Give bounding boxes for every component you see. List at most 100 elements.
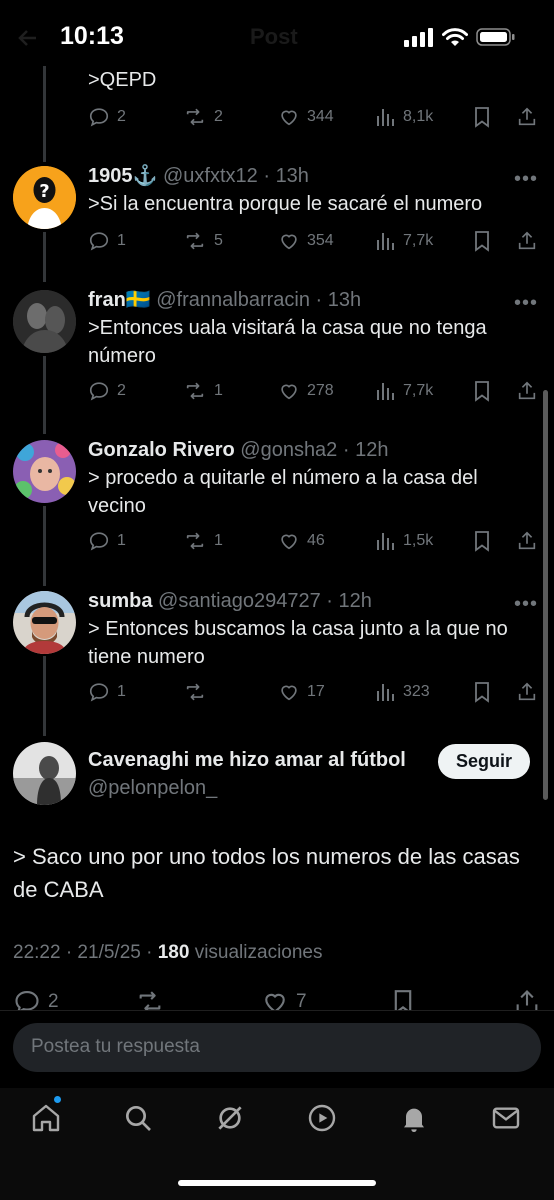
reply-actions: 1 17 323 [88,681,540,707]
display-name[interactable]: 1905⚓ [88,165,157,187]
tab-notifications[interactable] [398,1102,430,1139]
reply-button[interactable]: 2 [88,380,126,402]
reply-item[interactable]: Gonzalo Rivero @gonsha2 · 12h > procedo … [0,438,554,568]
more-options-icon[interactable]: ••• [514,168,538,191]
views-button[interactable]: 323 [376,681,430,703]
avatar[interactable] [13,742,76,805]
views-chart-icon [377,109,394,126]
share-button[interactable] [516,106,538,128]
author-handle[interactable]: @pelonpelon_ [88,776,217,800]
views-count: 323 [403,683,430,700]
like-button[interactable]: 278 [278,380,334,402]
share-button[interactable] [516,530,538,552]
reply-count: 2 [117,108,126,125]
repost-icon [186,108,204,126]
reply-button[interactable]: 1 [88,230,126,252]
avatar[interactable] [13,591,76,654]
reply-body: 1905⚓ @uxfxtx12 · 13h >Si la encuentra p… [88,164,534,218]
handle[interactable]: @santiago294727 [158,590,321,612]
reply-composer: Postea tu respuesta [0,1010,554,1088]
handle[interactable]: @uxfxtx12 [163,165,258,187]
views-label: visualizaciones [194,942,323,963]
display-name[interactable]: Gonzalo Rivero [88,439,235,461]
header-title: Post [250,24,298,49]
display-name[interactable]: fran🇸🇪 [88,289,151,311]
reply-actions: 1 1 46 1,5k [88,530,540,556]
avatar[interactable] [13,440,76,503]
like-button[interactable]: 17 [278,681,325,703]
author-name[interactable]: Cavenaghi me hizo amar al fútbol [88,748,406,772]
tab-home[interactable] [30,1102,62,1139]
views-count: 180 [157,942,190,963]
comment-icon [89,532,109,551]
share-icon [518,231,536,250]
reply-text: > procedo a quitarle el número a la casa… [88,467,478,517]
reply-body: Gonzalo Rivero @gonsha2 · 12h > procedo … [88,438,534,520]
bookmark-button[interactable] [472,230,492,252]
comment-icon [89,382,109,401]
like-button[interactable]: 344 [278,106,334,128]
repost-count: 1 [214,382,223,399]
like-button[interactable]: 46 [278,530,325,552]
repost-count: 5 [214,232,223,249]
cellular-signal-icon [404,28,433,47]
reply-body: fran🇸🇪 @frannalbarracin · 13h >Entonces … [88,288,534,370]
share-button[interactable] [516,380,538,402]
views-button[interactable]: 8,1k [376,106,433,128]
avatar[interactable]: ? [13,166,76,229]
bookmark-icon [475,231,489,252]
repost-button[interactable]: 5 [183,230,223,252]
reply-item[interactable]: fran🇸🇪 @frannalbarracin · 13h >Entonces … [0,288,554,418]
handle[interactable]: @gonsha2 [240,439,337,461]
views-button[interactable]: 7,7k [376,230,433,252]
more-options-icon[interactable]: ••• [514,292,538,315]
reply-button[interactable]: 1 [88,681,126,703]
tab-search[interactable] [122,1102,154,1139]
back-arrow-icon[interactable] [16,26,40,55]
reply-count: 2 [117,382,126,399]
reply-header: fran🇸🇪 @frannalbarracin · 13h [88,288,534,312]
video-icon [308,1104,336,1132]
reply-text: >Si la encuentra porque le sacaré el num… [88,193,483,215]
reply-button[interactable]: 2 [88,106,126,128]
views-button[interactable]: 7,7k [376,380,433,402]
reply-item[interactable]: sumba @santiago294727 · 12h > Entonces b… [0,589,554,719]
views-chart-icon [377,684,394,701]
timestamp: 13h [275,165,309,187]
bookmark-button[interactable] [472,681,492,703]
display-name[interactable]: sumba [88,590,152,612]
share-button[interactable] [516,230,538,252]
tab-grok[interactable] [214,1102,246,1139]
follow-button[interactable]: Seguir [437,744,530,779]
repost-button[interactable]: 1 [183,530,223,552]
avatar[interactable] [13,290,76,353]
reply-input[interactable]: Postea tu respuesta [13,1023,541,1072]
repost-button[interactable]: 2 [183,106,223,128]
bookmark-button[interactable] [472,106,492,128]
views-button[interactable]: 1,5k [376,530,433,552]
reply-actions: 2 2 344 8,1k [88,106,540,132]
share-button[interactable] [516,681,538,703]
handle[interactable]: @frannalbarracin [156,289,310,311]
reply-item[interactable]: ? 1905⚓ @uxfxtx12 · 13h >Si la encuentra… [0,164,554,264]
share-icon [518,107,536,126]
reply-button[interactable]: 1 [88,530,126,552]
more-options-icon[interactable]: ••• [514,593,538,616]
tab-video[interactable] [306,1102,338,1139]
status-bar: Post 10:13 [0,0,554,70]
like-button[interactable]: 354 [278,230,334,252]
reply-item[interactable]: >QEPD 2 2 344 8,1k [0,66,554,146]
repost-button[interactable]: 1 [183,380,223,402]
repost-button[interactable] [183,681,214,703]
scrollbar[interactable] [543,390,548,800]
battery-icon [476,28,515,46]
views-count: 7,7k [403,232,434,249]
reply-header: Gonzalo Rivero @gonsha2 · 12h [88,438,534,462]
views-count: 7,7k [403,382,434,399]
tab-messages[interactable] [490,1102,522,1139]
like-count: 46 [307,532,325,549]
reply-body: sumba @santiago294727 · 12h > Entonces b… [88,589,534,671]
bookmark-button[interactable] [472,380,492,402]
comment-icon [89,232,109,251]
bookmark-button[interactable] [472,530,492,552]
